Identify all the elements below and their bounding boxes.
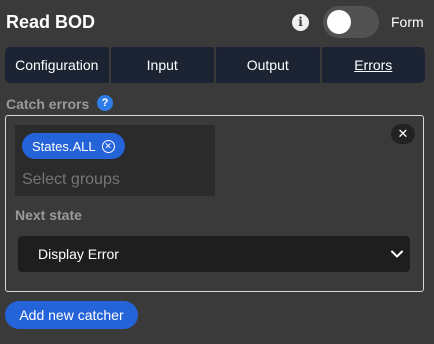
catcher-card: States.ALL ✕ ✕ Next state Display Error: [5, 115, 424, 292]
tab-bar: Configuration Input Output Errors: [5, 47, 425, 83]
group-chip: States.ALL ✕: [22, 133, 125, 159]
catch-errors-label: Catch errors: [6, 96, 90, 112]
tab-configuration[interactable]: Configuration: [5, 47, 109, 83]
header: Read BOD i Form: [0, 0, 434, 44]
chip-remove-icon[interactable]: ✕: [101, 139, 115, 153]
groups-multiselect[interactable]: States.ALL ✕: [15, 125, 215, 196]
groups-search-input[interactable]: [22, 171, 207, 189]
page-title: Read BOD: [6, 12, 96, 32]
toggle-knob: [327, 10, 351, 34]
tab-label: Configuration: [15, 57, 99, 73]
tab-label: Errors: [354, 57, 393, 73]
next-state-value: Display Error: [38, 246, 119, 262]
help-icon[interactable]: ?: [97, 95, 113, 111]
form-toggle-label: Form: [391, 14, 424, 30]
form-toggle[interactable]: [323, 6, 379, 38]
tab-output[interactable]: Output: [216, 47, 320, 83]
group-chip-label: States.ALL: [32, 138, 96, 154]
next-state-label: Next state: [15, 207, 82, 223]
chevron-down-icon: [391, 250, 403, 258]
remove-catcher-icon[interactable]: ✕: [391, 124, 415, 144]
next-state-select[interactable]: Display Error: [18, 236, 410, 272]
tab-input[interactable]: Input: [110, 47, 214, 83]
tab-label: Output: [246, 57, 289, 73]
info-icon[interactable]: i: [292, 14, 309, 31]
tab-label: Input: [146, 57, 178, 73]
tab-errors[interactable]: Errors: [321, 47, 425, 83]
add-catcher-button[interactable]: Add new catcher: [5, 301, 138, 329]
